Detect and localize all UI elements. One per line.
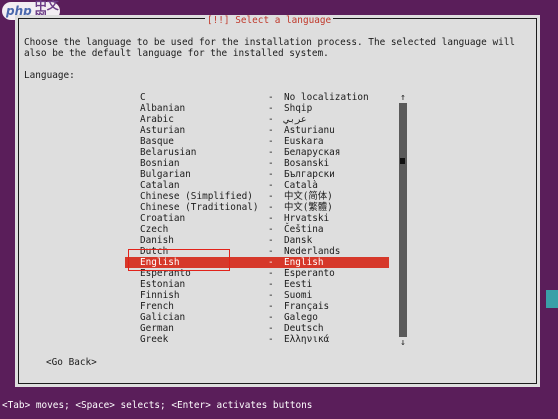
side-handle [546, 290, 558, 308]
native-language-name: Français [284, 301, 330, 312]
separator-dash: - [268, 279, 274, 290]
native-language-name: Hrvatski [284, 213, 330, 224]
list-item[interactable]: Greek - Ελληνικά [125, 334, 389, 345]
annotation-highlight-box [128, 249, 230, 271]
separator-dash: - [268, 158, 274, 169]
native-language-name: 中文(繁體) [284, 202, 333, 213]
separator-dash: - [268, 257, 274, 268]
native-language-name: Suomi [284, 290, 313, 301]
list-item[interactable]: Croatian - Hrvatski [125, 213, 389, 224]
native-language-name: 中文(简体) [284, 191, 333, 202]
list-item[interactable]: Bosnian - Bosanski [125, 158, 389, 169]
native-language-name: No localization [284, 92, 369, 103]
dialog-description: Choose the language to be used for the i… [24, 37, 516, 59]
language-list-label: Language: [24, 70, 75, 81]
language-name: French [140, 301, 174, 312]
language-name: Croatian [140, 213, 186, 224]
native-language-name: Беларуская [284, 147, 341, 158]
separator-dash: - [268, 334, 274, 345]
scroll-down-arrow-icon[interactable]: ↓ [399, 337, 407, 348]
language-name: C [140, 92, 146, 103]
list-item[interactable]: Estonian - Eesti [125, 279, 389, 290]
separator-dash: - [268, 202, 274, 213]
separator-dash: - [268, 268, 274, 279]
language-name: Bosnian [140, 158, 180, 169]
list-item[interactable]: Danish - Dansk [125, 235, 389, 246]
native-language-name: عربي [284, 114, 307, 125]
list-item[interactable]: C - No localization [125, 92, 389, 103]
language-name: Chinese (Simplified) [140, 191, 253, 202]
native-language-name: Čeština [284, 224, 324, 235]
list-item[interactable]: Galician - Galego [125, 312, 389, 323]
separator-dash: - [268, 235, 274, 246]
native-language-name: English [284, 257, 324, 268]
native-language-name: Galego [284, 312, 318, 323]
native-language-name: Català [284, 180, 318, 191]
list-item[interactable]: Asturian - Asturianu [125, 125, 389, 136]
separator-dash: - [268, 301, 274, 312]
native-language-name: Български [284, 169, 335, 180]
native-language-name: Eesti [284, 279, 313, 290]
scroll-up-arrow-icon[interactable]: ↑ [399, 92, 407, 103]
list-item[interactable]: Bulgarian - Български [125, 169, 389, 180]
dialog-title: [!!] Select a language [205, 15, 334, 26]
list-item[interactable]: Chinese (Traditional) - 中文(繁體) [125, 202, 389, 213]
separator-dash: - [268, 136, 274, 147]
native-language-name: Esperanto [284, 268, 335, 279]
separator-dash: - [268, 114, 274, 125]
language-name: Danish [140, 235, 174, 246]
separator-dash: - [268, 125, 274, 136]
native-language-name: Nederlands [284, 246, 341, 257]
native-language-name: Euskara [284, 136, 324, 147]
list-item[interactable]: Basque - Euskara [125, 136, 389, 147]
language-name: Albanian [140, 103, 186, 114]
language-name: Greek [140, 334, 169, 345]
list-item[interactable]: Finnish - Suomi [125, 290, 389, 301]
language-name: Arabic [140, 114, 174, 125]
language-list[interactable]: C - No localization Albanian - Shqip Arabic - عر… [125, 92, 389, 345]
list-item[interactable]: Albanian - Shqip [125, 103, 389, 114]
list-item[interactable]: Belarusian - Беларуская [125, 147, 389, 158]
separator-dash: - [268, 191, 274, 202]
status-bar-help: <Tab> moves; <Space> selects; <Enter> ac… [2, 400, 313, 411]
separator-dash: - [268, 246, 274, 257]
separator-dash: - [268, 213, 274, 224]
separator-dash: - [268, 147, 274, 158]
language-name: Asturian [140, 125, 186, 136]
scrollbar-thumb[interactable] [399, 103, 407, 337]
scrollbar-position-marker [400, 158, 405, 164]
separator-dash: - [268, 180, 274, 191]
separator-dash: - [268, 103, 274, 114]
language-name: Czech [140, 224, 169, 235]
go-back-button[interactable]: <Go Back> [46, 357, 97, 368]
language-name: Galician [140, 312, 186, 323]
list-item[interactable]: Catalan - Català [125, 180, 389, 191]
native-language-name: Asturianu [284, 125, 335, 136]
language-name: Belarusian [140, 147, 197, 158]
language-name: Basque [140, 136, 174, 147]
language-name: Bulgarian [140, 169, 191, 180]
separator-dash: - [268, 312, 274, 323]
separator-dash: - [268, 224, 274, 235]
language-name: Chinese (Traditional) [140, 202, 259, 213]
native-language-name: Shqip [284, 103, 313, 114]
separator-dash: - [268, 169, 274, 180]
list-item[interactable]: Chinese (Simplified) - 中文(简体) [125, 191, 389, 202]
separator-dash: - [268, 323, 274, 334]
native-language-name: Bosanski [284, 158, 330, 169]
language-name: Finnish [140, 290, 180, 301]
language-name: Estonian [140, 279, 186, 290]
native-language-name: Dansk [284, 235, 313, 246]
native-language-name: Deutsch [284, 323, 324, 334]
list-item[interactable]: French - Français [125, 301, 389, 312]
separator-dash: - [268, 290, 274, 301]
separator-dash: - [268, 92, 274, 103]
language-name: Catalan [140, 180, 180, 191]
list-item[interactable]: German - Deutsch [125, 323, 389, 334]
native-language-name: Ελληνικά [284, 334, 330, 345]
list-item[interactable]: Arabic - عربي [125, 114, 389, 125]
list-item[interactable]: Czech - Čeština [125, 224, 389, 235]
select-language-dialog: [!!] Select a language Choose the langua… [15, 15, 540, 387]
language-name: German [140, 323, 174, 334]
